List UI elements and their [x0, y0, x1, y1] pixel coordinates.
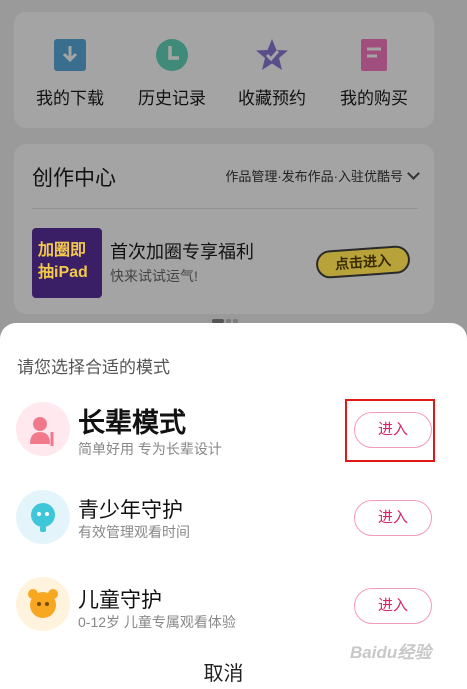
chevron-down-icon — [407, 167, 420, 180]
highlight-box — [345, 399, 435, 462]
elder-icon — [16, 402, 70, 456]
mode-name: 青少年守护 — [78, 499, 183, 522]
clock-icon — [156, 39, 188, 71]
enter-teen-mode-button[interactable]: 进入 — [354, 500, 432, 536]
promo-subtitle: 快来试试运气! — [110, 268, 198, 284]
receipt-icon — [361, 39, 387, 71]
creator-center-card: 创作中心 作品管理·发布作品·入驻优酷号 加圈即抽iPad 首次加圈专享福利 快… — [14, 144, 434, 323]
quick-action-purchases[interactable]: 我的购买 — [324, 38, 424, 109]
creator-center-links[interactable]: 作品管理·发布作品·入驻优酷号 — [225, 166, 420, 185]
quick-action-history[interactable]: 历史记录 — [122, 38, 222, 109]
enter-child-mode-button[interactable]: 进入 — [354, 588, 432, 624]
quick-action-downloads[interactable]: 我的下载 — [20, 38, 120, 109]
mode-row-teen: 青少年守护 有效管理观看时间 进入 — [0, 484, 467, 554]
quick-action-favorites[interactable]: 收藏预约 — [222, 38, 322, 109]
download-icon — [54, 39, 86, 71]
mode-name: 长辈模式 — [78, 408, 186, 438]
creator-center-title: 创作中心 — [32, 167, 116, 190]
teen-icon — [16, 490, 70, 544]
mode-desc: 0-12岁 儿童专属观看体验 — [78, 614, 236, 630]
promo-image[interactable]: 加圈即抽iPad — [32, 228, 102, 298]
promo-enter-button[interactable]: 点击进入 — [315, 244, 411, 280]
star-icon — [256, 39, 288, 70]
mode-desc: 有效管理观看时间 — [78, 524, 190, 540]
mode-row-child: 儿童守护 0-12岁 儿童专属观看体验 进入 — [0, 574, 467, 644]
quick-actions-card: 我的下载 历史记录 收藏预约 我的购买 — [14, 12, 434, 128]
child-icon — [16, 577, 70, 631]
mode-desc: 简单好用 专为长辈设计 — [78, 441, 222, 457]
divider — [32, 208, 418, 209]
cancel-button[interactable]: 取消 — [0, 657, 447, 686]
sheet-title: 请您选择合适的模式 — [17, 358, 170, 377]
mode-name: 儿童守护 — [78, 589, 162, 612]
promo-title: 首次加圈专享福利 — [110, 242, 254, 262]
